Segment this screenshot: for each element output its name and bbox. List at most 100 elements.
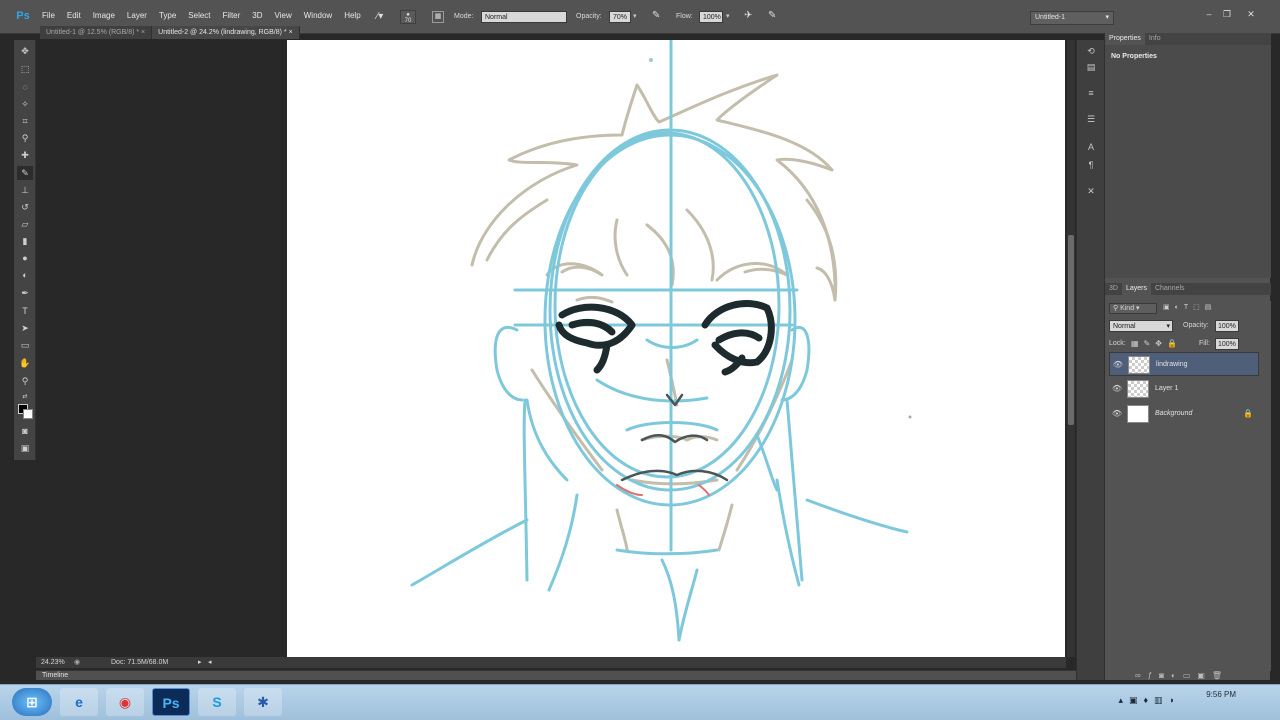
tab-layers[interactable]: Layers <box>1121 283 1151 295</box>
menu-3d[interactable]: 3D <box>246 11 268 20</box>
menu-edit[interactable]: Edit <box>61 11 87 20</box>
chevron-down-icon: ▾ <box>1105 14 1109 21</box>
brush-tool-icon[interactable]: ✎ <box>17 166 33 180</box>
vertical-scroll-thumb[interactable] <box>1068 235 1074 425</box>
eyedropper-tool-icon[interactable]: ⚲ <box>17 131 33 145</box>
restore-button[interactable]: ❐ <box>1220 8 1234 20</box>
fill-input[interactable]: 100% <box>1215 338 1239 350</box>
scroll-left-icon[interactable]: ◂ <box>208 657 212 668</box>
dodge-tool-icon[interactable]: ◐ <box>17 268 33 282</box>
gradient-tool-icon[interactable]: ▮ <box>17 234 33 248</box>
menu-select[interactable]: Select <box>182 11 216 20</box>
zoom-tool-icon[interactable]: ⚲ <box>17 374 33 388</box>
lasso-tool-icon[interactable]: ◌ <box>17 80 33 94</box>
tool-presets-icon[interactable]: ✕ <box>1084 184 1098 198</box>
layer-opacity-input[interactable]: 100% <box>1215 320 1239 332</box>
move-tool-icon[interactable]: ✥ <box>17 44 33 58</box>
tab-properties[interactable]: Properties <box>1105 33 1145 45</box>
lock-icons[interactable]: ▦✎✥🔒 <box>1131 339 1182 348</box>
tab-info[interactable]: Info <box>1145 33 1165 45</box>
menu-file[interactable]: File <box>36 11 61 20</box>
pen-tool-icon[interactable]: ✒ <box>17 286 33 300</box>
brush-preset-icon[interactable]: ⁄▾ <box>368 10 392 24</box>
opacity-dropdown-icon[interactable]: ▾ <box>633 12 643 23</box>
paragraph-icon[interactable]: ¶ <box>1084 158 1098 172</box>
visibility-eye-icon[interactable]: 👁 <box>1112 353 1124 377</box>
character-icon[interactable]: A <box>1084 140 1098 154</box>
shape-tool-icon[interactable]: ▭ <box>17 338 33 352</box>
flow-input[interactable]: 100% <box>699 11 723 23</box>
tab-3d[interactable]: 3D <box>1105 283 1122 295</box>
internet-explorer-icon[interactable]: e <box>60 688 98 716</box>
opacity-input[interactable]: 70% <box>609 11 631 23</box>
zoom-level[interactable]: 24.23% <box>41 657 65 668</box>
menu-view[interactable]: View <box>269 11 298 20</box>
layer-row-layer-1[interactable]: 👁 Layer 1 <box>1109 377 1259 401</box>
blur-tool-icon[interactable]: ● <box>17 251 33 265</box>
lip-accent <box>698 484 710 496</box>
tab-untitled-2[interactable]: Untitled-2 @ 24.2% (lindrawing, RGB/8) *… <box>152 26 300 39</box>
start-orb-icon[interactable]: ⊞ <box>12 688 52 716</box>
photoshop-window: Ps File Edit Image Layer Type Select Fil… <box>0 0 1280 720</box>
pressure-opacity-icon[interactable]: ✎ <box>652 10 666 24</box>
adjustments-icon[interactable]: ≡ <box>1084 86 1098 100</box>
skype-icon[interactable]: S <box>198 688 236 716</box>
clone-stamp-tool-icon[interactable]: ⊥ <box>17 183 33 197</box>
tab-close-icon[interactable]: × <box>289 29 293 36</box>
layer-filter-icons[interactable]: ▣◐T⬚▤ <box>1163 303 1216 311</box>
airbrush-icon[interactable]: ✈ <box>744 10 758 24</box>
healing-tool-icon[interactable]: ✚ <box>17 148 33 162</box>
eraser-tool-icon[interactable]: ▱ <box>17 217 33 231</box>
brush-panel-icon[interactable]: ▦ <box>432 11 444 23</box>
pressure-size-icon[interactable]: ✎ <box>768 10 782 24</box>
tab-channels[interactable]: Channels <box>1151 283 1189 295</box>
layer-row-background[interactable]: 👁 Background 🔒 <box>1109 402 1259 426</box>
visibility-eye-icon[interactable]: 👁 <box>1111 377 1123 401</box>
layer-opacity-label: Opacity: <box>1183 322 1209 329</box>
menu-type[interactable]: Type <box>153 11 182 20</box>
chrome-icon[interactable]: ◉ <box>106 688 144 716</box>
photoshop-taskbar-icon[interactable]: Ps <box>152 688 190 716</box>
crop-tool-icon[interactable]: ⌗ <box>17 114 33 128</box>
minimize-button[interactable]: – <box>1202 8 1216 20</box>
brush-size-picker[interactable]: ● 70 <box>400 10 416 24</box>
menu-help[interactable]: Help <box>338 11 366 20</box>
menu-image[interactable]: Image <box>87 11 121 20</box>
actions-icon[interactable]: ▤ <box>1084 60 1098 74</box>
flow-dropdown-icon[interactable]: ▾ <box>726 12 736 23</box>
inked-eyes <box>555 300 775 376</box>
document-canvas[interactable] <box>287 40 1065 657</box>
hand-tool-icon[interactable]: ✋ <box>17 356 33 370</box>
tab-untitled-1[interactable]: Untitled-1 @ 12.5% (RGB/8) * × <box>40 26 153 39</box>
swap-colors-icon[interactable]: ⇄ <box>17 390 33 404</box>
path-select-tool-icon[interactable]: ➤ <box>17 321 33 335</box>
taskbar-clock[interactable]: 9:56 PM <box>1206 689 1236 700</box>
mode-label: Mode: <box>454 13 474 20</box>
menu-filter[interactable]: Filter <box>217 11 247 20</box>
tab-close-icon[interactable]: × <box>141 29 145 36</box>
info-icon[interactable]: ◉ <box>74 657 80 668</box>
layer-filter-select[interactable]: ⚲ Kind ▾ <box>1109 303 1157 314</box>
screen-mode-icon[interactable]: ▣ <box>17 441 33 455</box>
mode-select[interactable]: Normal <box>481 11 567 23</box>
workspace-select[interactable]: Untitled-1 ▾ <box>1030 11 1114 25</box>
system-tray-icons[interactable]: ▴▣♦▥◑ <box>1118 695 1180 706</box>
quick-mask-icon[interactable]: ◙ <box>17 424 33 438</box>
status-arrow-icon[interactable]: ▸ <box>198 657 202 668</box>
blend-mode-select[interactable]: Normal ▾ <box>1109 320 1173 332</box>
styles-icon[interactable]: ☰ <box>1084 112 1098 126</box>
history-brush-tool-icon[interactable]: ↺ <box>17 200 33 214</box>
menu-layer[interactable]: Layer <box>121 11 153 20</box>
timeline-panel[interactable]: Timeline <box>36 670 1102 680</box>
quick-select-tool-icon[interactable]: ✧ <box>17 97 33 111</box>
visibility-eye-icon[interactable]: 👁 <box>1111 402 1123 426</box>
close-button[interactable]: ✕ <box>1244 8 1258 20</box>
app-icon[interactable]: ✱ <box>244 688 282 716</box>
background-color-swatch[interactable] <box>23 409 33 419</box>
history-icon[interactable]: ⟲ <box>1084 44 1098 58</box>
layer-bottom-buttons[interactable]: ∞ƒ◙◐▭▣🗑 <box>1135 671 1229 680</box>
type-tool-icon[interactable]: T <box>17 304 33 318</box>
layer-row-lindrawing[interactable]: 👁 lindrawing <box>1109 352 1259 376</box>
marquee-tool-icon[interactable]: ⬚ <box>17 62 33 76</box>
menu-window[interactable]: Window <box>298 11 338 20</box>
